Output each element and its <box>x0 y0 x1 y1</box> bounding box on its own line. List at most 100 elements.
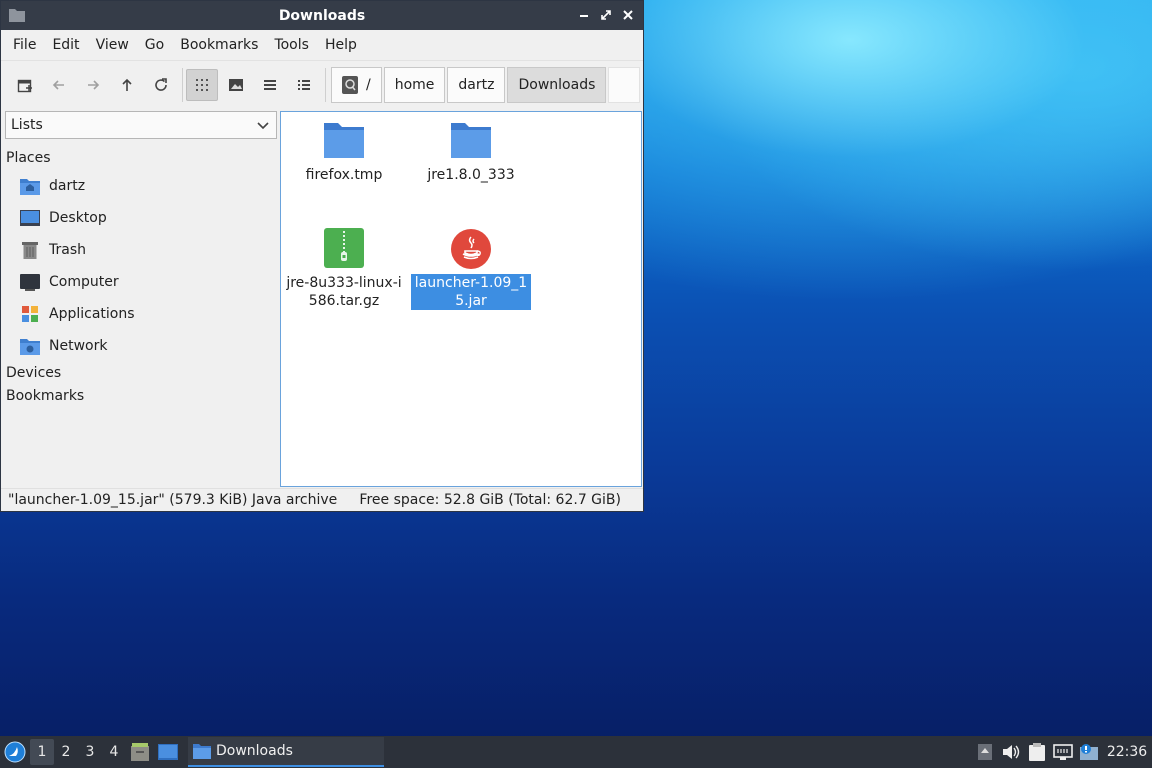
path-root-label: / <box>366 76 371 93</box>
clock[interactable]: 22:36 <box>1102 744 1152 760</box>
sidebar: Lists Places dartz Desktop Trash Compute… <box>3 110 277 488</box>
sidebar-item-dartz[interactable]: dartz <box>19 174 85 198</box>
sidebar-mode-value: Lists <box>11 117 43 133</box>
task-label: Downloads <box>216 743 293 759</box>
thumbnail-view-icon[interactable] <box>220 69 252 101</box>
sidebar-item-applications[interactable]: Applications <box>19 302 135 326</box>
path-crumb-dartz[interactable]: dartz <box>447 66 506 103</box>
sidebar-item-label: dartz <box>49 178 86 194</box>
clipboard-icon <box>1029 743 1045 761</box>
drive-icon <box>342 75 358 94</box>
workspace-1[interactable]: 1 <box>30 739 54 765</box>
chevron-down-icon <box>257 122 269 130</box>
sidebar-item-trash[interactable]: Trash <box>19 238 86 262</box>
sidebar-item-label: Computer <box>49 274 119 290</box>
titlebar[interactable]: Downloads <box>1 1 643 30</box>
menu-tools[interactable]: Tools <box>266 37 317 53</box>
sidebar-item-computer[interactable]: Computer <box>19 270 119 294</box>
network-button[interactable] <box>1050 736 1076 768</box>
sidebar-item-label: Network <box>49 338 108 354</box>
icon-view-icon[interactable] <box>186 68 218 101</box>
menubar: File Edit View Go Bookmarks Tools Help <box>1 30 643 60</box>
trash-icon <box>19 239 41 261</box>
sidebar-item-label: Applications <box>49 306 135 322</box>
path-crumb-downloads[interactable]: Downloads <box>507 66 607 103</box>
selection-status: "launcher-1.09_15.jar" (579.3 KiB) Java … <box>8 492 338 508</box>
folder-icon <box>451 123 491 158</box>
sidebar-item-network[interactable]: Network <box>19 334 107 358</box>
workspace-2[interactable]: 2 <box>54 739 78 765</box>
reload-icon[interactable] <box>145 69 177 101</box>
toolbar: / home dartz Downloads <box>1 60 643 108</box>
statusbar: "launcher-1.09_15.jar" (579.3 KiB) Java … <box>1 488 643 511</box>
file-item-jre-tar-gz[interactable]: jre-8u333-linux-i586.tar.gz <box>284 228 404 310</box>
archive-icon <box>324 228 364 268</box>
folder-icon <box>324 123 364 158</box>
new-tab-icon[interactable] <box>9 69 41 101</box>
sidebar-item-desktop[interactable]: Desktop <box>19 206 107 230</box>
up-icon[interactable] <box>111 69 143 101</box>
back-icon[interactable] <box>43 69 75 101</box>
file-item-firefox-tmp[interactable]: firefox.tmp <box>284 120 404 184</box>
taskbar: 1 2 3 4 Downloads 22:36 <box>0 736 1152 768</box>
menu-view[interactable]: View <box>88 37 137 53</box>
sidebar-item-label: Trash <box>49 242 86 258</box>
menu-edit[interactable]: Edit <box>44 37 87 53</box>
compact-view-icon[interactable] <box>254 69 286 101</box>
menu-help[interactable]: Help <box>317 37 365 53</box>
network-wired-icon <box>1053 744 1073 760</box>
file-view[interactable]: firefox.tmp jre1.8.0_333 jre-8u333-linux… <box>280 111 642 487</box>
file-name: jre-8u333-linux-i586.tar.gz <box>286 275 402 309</box>
network-icon <box>19 335 41 357</box>
bookmarks-heading[interactable]: Bookmarks <box>6 388 84 404</box>
clipboard-button[interactable] <box>1024 736 1050 768</box>
file-name: launcher-1.09_15.jar <box>411 274 531 310</box>
file-manager-launcher[interactable] <box>126 738 154 766</box>
workspace-4[interactable]: 4 <box>102 739 126 765</box>
show-desktop-launcher[interactable] <box>154 738 182 766</box>
path-bar: / home dartz Downloads <box>331 66 641 103</box>
applications-icon <box>19 303 41 325</box>
workspace-3[interactable]: 3 <box>78 739 102 765</box>
path-bar-filler <box>608 66 641 103</box>
home-folder-icon <box>19 175 41 197</box>
forward-icon[interactable] <box>77 69 109 101</box>
system-tray: 22:36 <box>972 736 1152 768</box>
folder-icon <box>193 744 211 759</box>
file-name: firefox.tmp <box>305 167 383 183</box>
detailed-list-view-icon[interactable] <box>288 69 320 101</box>
menu-file[interactable]: File <box>5 37 44 53</box>
lubuntu-logo-icon <box>4 741 26 763</box>
sidebar-mode-select[interactable]: Lists <box>5 111 277 139</box>
start-menu-button[interactable] <box>0 736 30 768</box>
update-notifier-icon <box>1080 744 1098 760</box>
tray-arrow-button[interactable] <box>972 736 998 768</box>
arrow-up-icon <box>978 744 992 760</box>
minimize-icon[interactable] <box>575 6 593 24</box>
path-crumb-root[interactable]: / <box>331 66 382 103</box>
sidebar-item-label: Desktop <box>49 210 107 226</box>
close-icon[interactable] <box>619 6 637 24</box>
file-item-launcher-jar[interactable]: launcher-1.09_15.jar <box>411 228 531 310</box>
file-manager-window: Downloads File Edit View Go Bookmarks To… <box>0 0 644 512</box>
toolbar-separator <box>325 67 326 102</box>
file-name: jre1.8.0_333 <box>427 167 515 183</box>
maximize-icon[interactable] <box>597 6 615 24</box>
free-space-status: Free space: 52.8 GiB (Total: 62.7 GiB) <box>359 492 621 508</box>
taskbar-item-downloads[interactable]: Downloads <box>188 737 384 767</box>
window-body: Lists Places dartz Desktop Trash Compute… <box>1 110 643 488</box>
speaker-icon <box>1003 745 1020 759</box>
file-item-jre1-8-0-333[interactable]: jre1.8.0_333 <box>411 120 531 184</box>
desktop-icon <box>158 744 178 760</box>
window-title: Downloads <box>278 7 366 24</box>
toolbar-separator <box>182 67 183 102</box>
folder-app-icon <box>9 9 25 22</box>
updates-button[interactable] <box>1076 736 1102 768</box>
devices-heading[interactable]: Devices <box>6 365 61 381</box>
volume-button[interactable] <box>998 736 1024 768</box>
places-heading[interactable]: Places <box>6 150 51 166</box>
file-cabinet-icon <box>131 743 149 761</box>
menu-bookmarks[interactable]: Bookmarks <box>172 37 266 53</box>
menu-go[interactable]: Go <box>137 37 172 53</box>
path-crumb-home[interactable]: home <box>383 66 446 103</box>
